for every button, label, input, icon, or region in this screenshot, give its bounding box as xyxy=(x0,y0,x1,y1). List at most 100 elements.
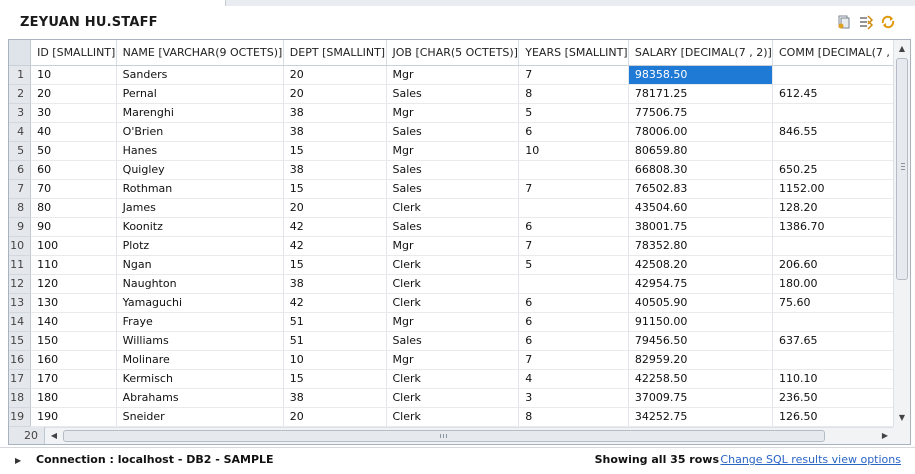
table-cell[interactable] xyxy=(772,236,910,256)
table-cell[interactable]: 37009.75 xyxy=(628,388,773,408)
table-cell[interactable]: 206.60 xyxy=(772,255,910,275)
row-number[interactable]: 12 xyxy=(9,274,32,294)
table-cell[interactable]: Clerk xyxy=(386,369,520,389)
table-cell[interactable]: 1386.70 xyxy=(772,217,910,237)
row-number[interactable]: 6 xyxy=(9,160,32,180)
table-cell[interactable] xyxy=(772,141,910,161)
scroll-down-arrow-icon[interactable]: ▼ xyxy=(894,410,910,426)
table-cell[interactable]: 6 xyxy=(518,293,629,313)
row-number[interactable]: 3 xyxy=(9,103,32,123)
table-cell[interactable]: Pernal xyxy=(116,84,284,104)
table-cell[interactable]: 82959.20 xyxy=(628,350,773,370)
table-cell[interactable]: 77506.75 xyxy=(628,103,773,123)
table-cell[interactable]: 38 xyxy=(283,160,387,180)
row-number[interactable]: 2 xyxy=(9,84,32,104)
table-cell[interactable]: 38 xyxy=(283,274,387,294)
column-header[interactable]: YEARS [SMALLINT] xyxy=(518,40,629,66)
table-cell[interactable] xyxy=(518,160,629,180)
table-cell[interactable]: 30 xyxy=(30,103,117,123)
table-cell[interactable]: Naughton xyxy=(116,274,284,294)
table-cell[interactable]: Yamaguchi xyxy=(116,293,284,313)
table-cell[interactable]: Sanders xyxy=(116,65,284,85)
table-cell[interactable]: 7 xyxy=(518,179,629,199)
table-cell[interactable]: 42 xyxy=(283,217,387,237)
table-cell[interactable]: 38 xyxy=(283,122,387,142)
horizontal-scrollbar[interactable]: ◀ ▶ xyxy=(45,427,894,444)
export-icon[interactable] xyxy=(836,14,852,30)
table-cell[interactable] xyxy=(772,103,910,123)
table-cell[interactable]: 160 xyxy=(30,350,117,370)
table-cell[interactable]: 1152.00 xyxy=(772,179,910,199)
row-number[interactable]: 5 xyxy=(9,141,32,161)
table-cell[interactable]: 20 xyxy=(30,84,117,104)
table-cell[interactable] xyxy=(772,312,910,332)
table-cell[interactable]: 76502.83 xyxy=(628,179,773,199)
table-cell[interactable]: 110.10 xyxy=(772,369,910,389)
row-number[interactable]: 4 xyxy=(9,122,32,142)
table-cell[interactable]: 180 xyxy=(30,388,117,408)
table-cell[interactable]: Mgr xyxy=(386,141,520,161)
table-cell[interactable]: 120 xyxy=(30,274,117,294)
table-cell[interactable]: 20 xyxy=(283,198,387,218)
table-cell[interactable]: 10 xyxy=(30,65,117,85)
table-cell[interactable]: 80 xyxy=(30,198,117,218)
table-cell[interactable]: 34252.75 xyxy=(628,407,773,427)
table-cell[interactable]: Clerk xyxy=(386,388,520,408)
table-cell[interactable]: 6 xyxy=(518,122,629,142)
row-number[interactable]: 18 xyxy=(9,388,32,408)
filter-icon[interactable] xyxy=(858,14,874,30)
table-cell[interactable]: Sales xyxy=(386,179,520,199)
table-cell[interactable]: Mgr xyxy=(386,103,520,123)
table-cell[interactable]: Fraye xyxy=(116,312,284,332)
table-cell[interactable]: 90 xyxy=(30,217,117,237)
column-header[interactable]: JOB [CHAR(5 OCTETS)] xyxy=(386,40,520,66)
vertical-scroll-thumb[interactable] xyxy=(896,58,908,280)
column-header[interactable]: COMM [DECIMAL(7 , 2)] xyxy=(772,40,910,66)
table-cell[interactable] xyxy=(772,65,910,85)
table-cell[interactable]: 38 xyxy=(283,388,387,408)
table-cell[interactable]: Kermisch xyxy=(116,369,284,389)
table-cell[interactable]: Koonitz xyxy=(116,217,284,237)
table-cell[interactable]: 15 xyxy=(283,179,387,199)
table-cell[interactable]: 8 xyxy=(518,84,629,104)
table-cell[interactable]: 78171.25 xyxy=(628,84,773,104)
table-cell[interactable]: 7 xyxy=(518,236,629,256)
table-cell[interactable]: 130 xyxy=(30,293,117,313)
table-cell[interactable]: Marenghi xyxy=(116,103,284,123)
row-number[interactable]: 1 xyxy=(9,65,32,85)
table-cell[interactable]: Sales xyxy=(386,160,520,180)
table-cell[interactable]: 78352.80 xyxy=(628,236,773,256)
table-cell[interactable]: 637.65 xyxy=(772,331,910,351)
table-cell[interactable]: 60 xyxy=(30,160,117,180)
row-number[interactable]: 7 xyxy=(9,179,32,199)
table-cell[interactable]: Hanes xyxy=(116,141,284,161)
table-cell[interactable]: 20 xyxy=(283,407,387,427)
table-cell[interactable]: Sales xyxy=(386,331,520,351)
column-header[interactable]: NAME [VARCHAR(9 OCTETS)] xyxy=(116,40,284,66)
table-cell[interactable]: 51 xyxy=(283,331,387,351)
table-cell[interactable]: 140 xyxy=(30,312,117,332)
row-number[interactable]: 15 xyxy=(9,331,32,351)
scroll-up-arrow-icon[interactable]: ▲ xyxy=(894,41,910,57)
table-cell[interactable] xyxy=(518,274,629,294)
row-number[interactable]: 16 xyxy=(9,350,32,370)
table-cell[interactable]: Williams xyxy=(116,331,284,351)
table-cell[interactable]: Clerk xyxy=(386,274,520,294)
table-cell[interactable]: 170 xyxy=(30,369,117,389)
table-cell[interactable]: Clerk xyxy=(386,198,520,218)
row-number[interactable]: 10 xyxy=(9,236,32,256)
table-cell[interactable]: 100 xyxy=(30,236,117,256)
table-cell[interactable]: 15 xyxy=(283,255,387,275)
row-number[interactable]: 17 xyxy=(9,369,32,389)
table-cell[interactable]: 42 xyxy=(283,293,387,313)
table-cell[interactable]: 8 xyxy=(518,407,629,427)
table-cell[interactable]: 7 xyxy=(518,350,629,370)
table-cell[interactable]: 50 xyxy=(30,141,117,161)
table-cell[interactable]: Ngan xyxy=(116,255,284,275)
table-cell[interactable]: 6 xyxy=(518,217,629,237)
table-cell[interactable]: Rothman xyxy=(116,179,284,199)
table-cell[interactable]: 15 xyxy=(283,369,387,389)
table-cell[interactable]: 70 xyxy=(30,179,117,199)
table-cell[interactable]: 40505.90 xyxy=(628,293,773,313)
refresh-icon[interactable] xyxy=(880,14,896,30)
